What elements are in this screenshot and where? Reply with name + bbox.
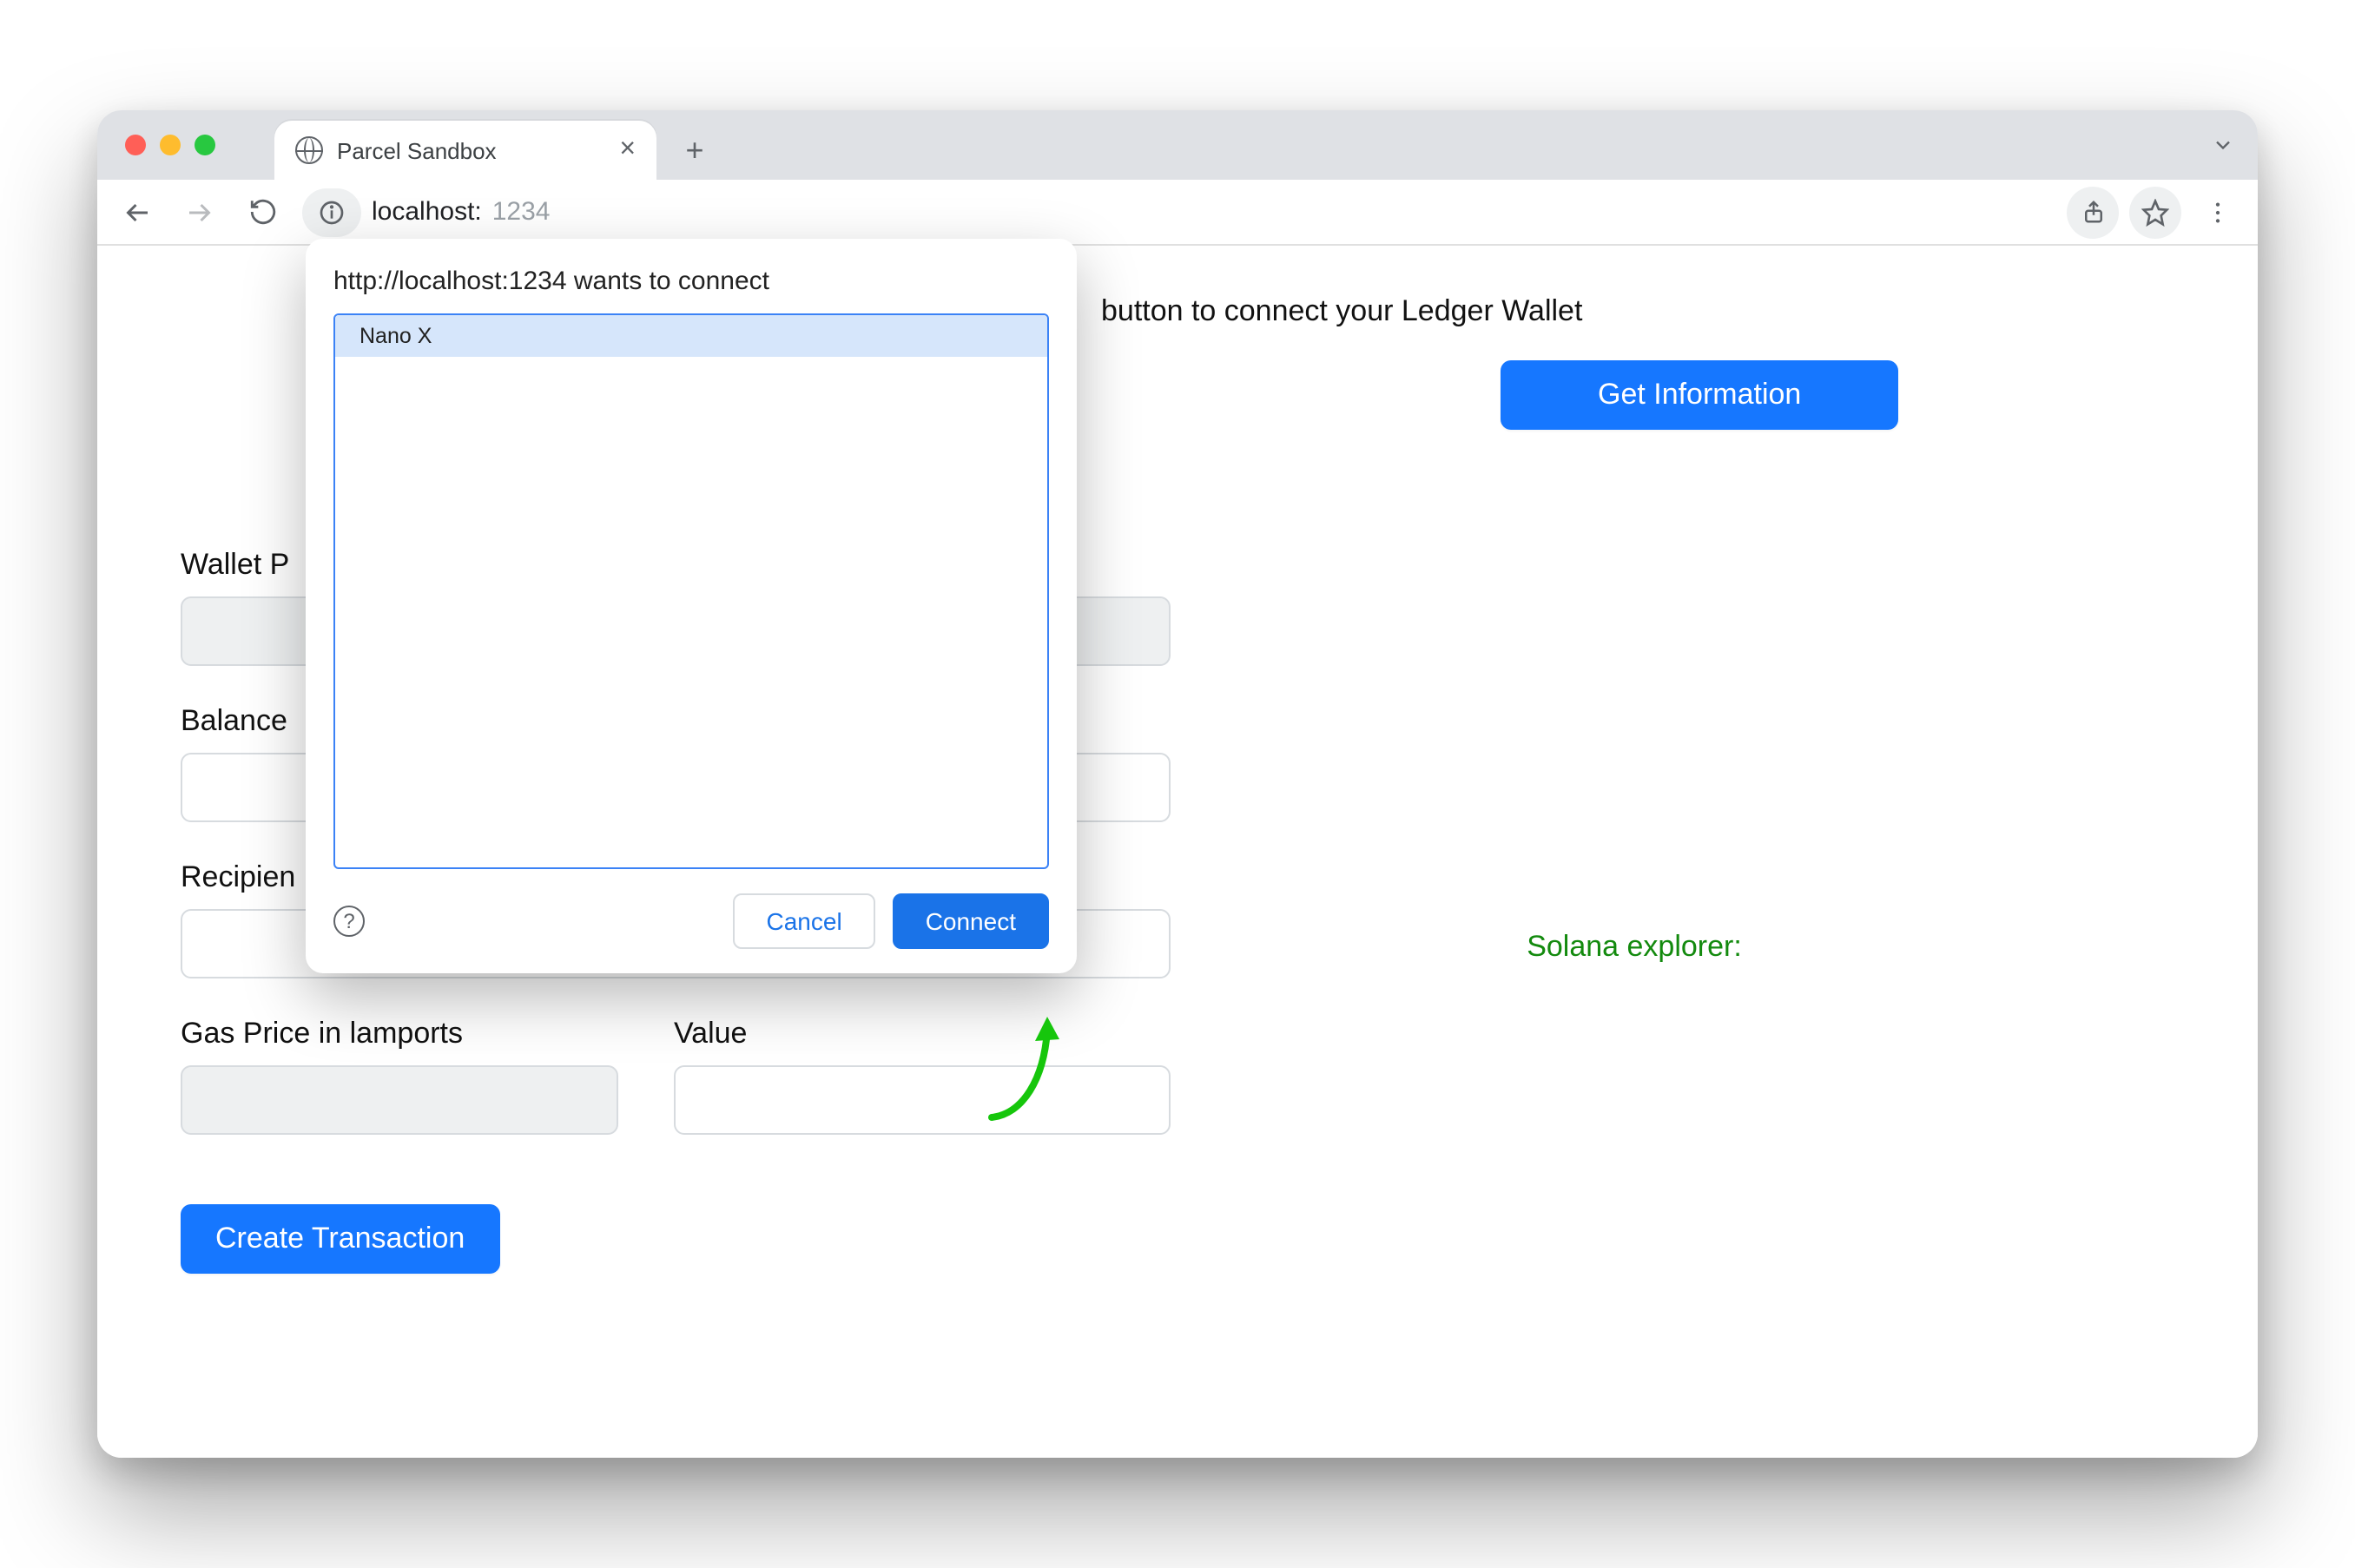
forward-button[interactable] [174,186,226,238]
site-info-icon[interactable] [302,188,361,236]
back-button[interactable] [111,186,163,238]
overflow-menu-button[interactable] [2192,186,2244,238]
share-button[interactable] [2067,186,2119,238]
bookmark-button[interactable] [2129,186,2181,238]
value-label: Value [674,1017,1171,1051]
hid-prompt-text: http://localhost:1234 wants to connect [333,267,1049,296]
reload-button[interactable] [236,186,288,238]
toolbar: localhost: 1234 [97,180,2258,246]
help-icon[interactable]: ? [333,906,365,937]
browser-window: Parcel Sandbox × + localhost: 1234 [97,110,2258,1458]
create-transaction-button[interactable]: Create Transaction [181,1204,499,1274]
cancel-button[interactable]: Cancel [734,893,875,949]
tab-active[interactable]: Parcel Sandbox × [274,121,656,180]
tab-strip: Parcel Sandbox × + [97,110,2258,180]
gas-price-label: Gas Price in lamports [181,1017,618,1051]
hid-device-list[interactable]: Nano X [333,313,1049,869]
close-window-button[interactable] [125,135,146,155]
globe-icon [295,136,323,164]
hid-device-item[interactable]: Nano X [335,315,1047,357]
tab-overflow-button[interactable] [2202,124,2244,166]
address-bar[interactable]: localhost: 1234 [302,186,551,238]
connect-button[interactable]: Connect [893,893,1049,949]
maximize-window-button[interactable] [195,135,215,155]
address-host: localhost: [347,197,482,227]
window-controls [125,135,215,155]
get-information-button[interactable]: Get Information [1501,360,1898,430]
solana-explorer-link[interactable]: Solana explorer: [1226,930,2042,965]
hid-permission-dialog: http://localhost:1234 wants to connect N… [306,239,1077,973]
close-tab-icon[interactable]: × [619,136,636,164]
minimize-window-button[interactable] [160,135,181,155]
new-tab-button[interactable]: + [670,126,719,175]
tab-title: Parcel Sandbox [337,137,497,163]
address-port: 1234 [492,197,551,227]
gas-price-input [181,1065,618,1135]
value-input[interactable] [674,1065,1171,1135]
page-content: button to connect your Ledger Wallet Get… [97,246,2258,1458]
